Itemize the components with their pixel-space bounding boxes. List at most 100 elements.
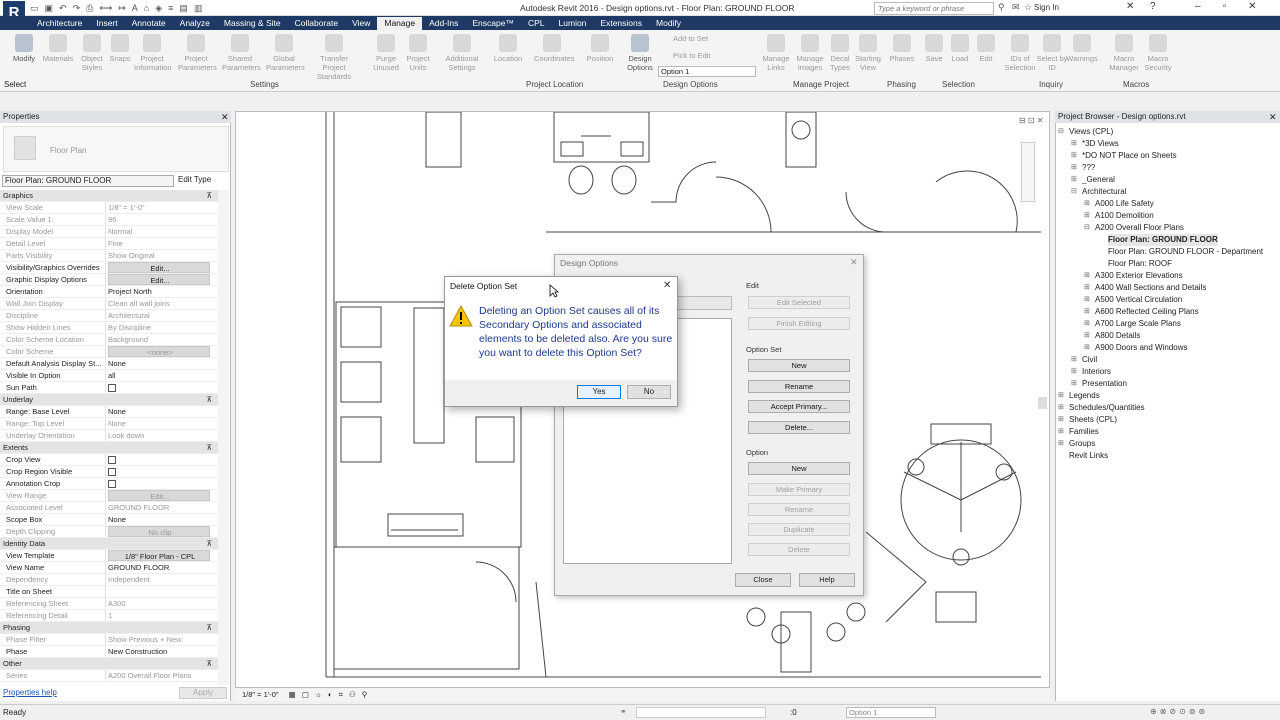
property-group-header[interactable]: Identity Data ⊼ [0, 538, 218, 550]
expand-icon[interactable]: ⊞ [1084, 198, 1092, 210]
location-button[interactable]: Location [490, 34, 526, 63]
browser-item[interactable]: ⊞ A500 Vertical Circulation [1058, 294, 1278, 306]
tab-analyze[interactable]: Analyze [173, 17, 217, 30]
workset-select[interactable] [636, 707, 766, 718]
browser-item[interactable]: ⊞ A800 Details [1058, 330, 1278, 342]
property-edit-button[interactable]: Edit... [108, 490, 210, 501]
browser-item[interactable]: Floor Plan: ROOF [1058, 258, 1278, 270]
property-edit-button[interactable]: 1/8" Floor Plan - CPL [108, 550, 210, 561]
close-button[interactable]: Close [735, 573, 791, 587]
no-button[interactable]: No [627, 385, 671, 399]
property-value[interactable]: GROUND FLOOR [106, 562, 218, 573]
browser-item[interactable]: ⊟ Architectural [1058, 186, 1278, 198]
position-button[interactable]: Position [582, 34, 618, 63]
property-value[interactable]: A200 Overall Floor Plans [106, 670, 218, 681]
expand-icon[interactable]: ⊞ [1071, 354, 1079, 366]
manage-links-button[interactable]: Manage Links [758, 34, 794, 72]
measure-icon[interactable]: ⟷ [99, 3, 112, 14]
close-icon[interactable]: ✕ [850, 257, 858, 268]
instance-filter-select[interactable]: Floor Plan: GROUND FLOOR [2, 175, 174, 187]
property-row[interactable]: Phase Filter Show Previous + New [0, 634, 218, 646]
expand-icon[interactable]: ⊞ [1071, 378, 1079, 390]
switch-windows-icon[interactable]: ▥ [194, 3, 203, 14]
browser-item[interactable]: ⊞ _General [1058, 174, 1278, 186]
property-row[interactable]: View Name GROUND FLOOR [0, 562, 218, 574]
type-selector[interactable] [3, 126, 229, 172]
help-button[interactable]: Help [799, 573, 855, 587]
expand-icon[interactable]: ⊞ [1071, 366, 1079, 378]
navigation-bar[interactable] [1021, 142, 1035, 202]
property-edit-button[interactable]: <none> [108, 346, 210, 357]
duplicate-option-button[interactable]: Duplicate [748, 523, 850, 536]
property-row[interactable]: Scope Box None [0, 514, 218, 526]
property-checkbox[interactable] [108, 468, 116, 476]
select-dropdown[interactable]: Select [4, 80, 26, 89]
collapse-icon[interactable]: ⊟ [1058, 126, 1066, 138]
modify-button[interactable]: Modify [6, 34, 42, 63]
tab-lumion[interactable]: Lumion [552, 17, 594, 30]
property-row[interactable]: View Template 1/8" Floor Plan - CPL [0, 550, 218, 562]
property-row[interactable]: Sun Path [0, 382, 218, 394]
materials-button[interactable]: Materials [40, 34, 76, 63]
coordinates-button[interactable]: Coordinates [534, 34, 574, 63]
property-row[interactable]: Color Scheme <none> [0, 346, 218, 358]
property-value[interactable]: Normal [106, 226, 218, 237]
property-value[interactable]: A300 [106, 598, 218, 609]
undo-icon[interactable]: ↶ [59, 3, 67, 14]
property-value[interactable]: 1/8" = 1'-0" [106, 202, 218, 213]
property-row[interactable]: Series A200 Overall Floor Plans [0, 670, 218, 682]
property-row[interactable]: Crop Region Visible [0, 466, 218, 478]
browser-item[interactable]: Revit Links [1058, 450, 1278, 462]
warnings-button[interactable]: Warnings [1064, 34, 1100, 63]
collapse-icon[interactable]: ⊟ [1071, 186, 1079, 198]
property-row[interactable]: Show Hidden Lines By Discipline [0, 322, 218, 334]
view-scale[interactable]: 1/8" = 1'-0" [242, 690, 279, 699]
properties-help-link[interactable]: Properties help [3, 688, 57, 697]
property-value[interactable]: Show Original [106, 250, 218, 261]
filter-icon[interactable]: ⚭ [620, 707, 627, 716]
accept-primary-button[interactable]: Accept Primary... [748, 400, 850, 413]
property-value[interactable] [106, 586, 218, 597]
tab-extensions[interactable]: Extensions [593, 17, 649, 30]
collapse-icon[interactable]: ⊼ [106, 622, 218, 633]
property-value[interactable]: New Construction [106, 646, 218, 657]
browser-item[interactable]: ⊞ Families [1058, 426, 1278, 438]
expand-icon[interactable]: ⊞ [1071, 150, 1079, 162]
browser-item[interactable]: ⊞ Legends [1058, 390, 1278, 402]
browser-item[interactable]: Floor Plan: GROUND FLOOR [1058, 234, 1278, 246]
thin-lines-icon[interactable]: ≡ [168, 3, 173, 13]
expand-icon[interactable]: ⊞ [1084, 306, 1092, 318]
additional-settings-button[interactable]: Additional Settings [444, 34, 480, 72]
edit-button[interactable]: Edit [968, 34, 1004, 63]
tab-cpl[interactable]: CPL [521, 17, 552, 30]
expand-icon[interactable]: ⊞ [1084, 330, 1092, 342]
exchange-apps-icon[interactable]: ✕ [1126, 1, 1134, 12]
yes-button[interactable]: Yes [577, 385, 621, 399]
project-information-button[interactable]: Project Information [134, 34, 172, 72]
tab-enscape-[interactable]: Enscape™ [465, 17, 521, 30]
design-options-button[interactable]: Design Options [622, 34, 658, 72]
collapse-icon[interactable]: ⊼ [106, 538, 218, 549]
property-checkbox[interactable] [108, 480, 116, 488]
browser-item[interactable]: ⊞ A000 Life Safety [1058, 198, 1278, 210]
expand-icon[interactable]: ⊞ [1084, 270, 1092, 282]
collapse-icon[interactable]: ⊼ [106, 442, 218, 453]
tab-add-ins[interactable]: Add-Ins [422, 17, 465, 30]
sun-path-icon[interactable]: ☼ [315, 690, 322, 699]
expand-icon[interactable]: ⊞ [1058, 426, 1066, 438]
expand-icon[interactable]: ⊞ [1084, 294, 1092, 306]
delete-option-set-button[interactable]: Delete... [748, 421, 850, 434]
property-value[interactable]: None [106, 406, 218, 417]
expand-icon[interactable]: ⊞ [1058, 414, 1066, 426]
property-row[interactable]: View Range Edit... [0, 490, 218, 502]
browser-item[interactable]: ⊞ Sheets (CPL) [1058, 414, 1278, 426]
collapse-icon[interactable]: ⊼ [106, 658, 218, 669]
vertical-scrollbar[interactable] [1038, 397, 1047, 409]
expand-icon[interactable]: ⊞ [1058, 390, 1066, 402]
property-row[interactable]: Dependency Independent [0, 574, 218, 586]
expand-icon[interactable]: ⊞ [1058, 402, 1066, 414]
property-row[interactable]: Crop View [0, 454, 218, 466]
open-icon[interactable]: ▭ [30, 3, 39, 14]
property-value[interactable] [106, 382, 218, 393]
tab-view[interactable]: View [345, 17, 377, 30]
